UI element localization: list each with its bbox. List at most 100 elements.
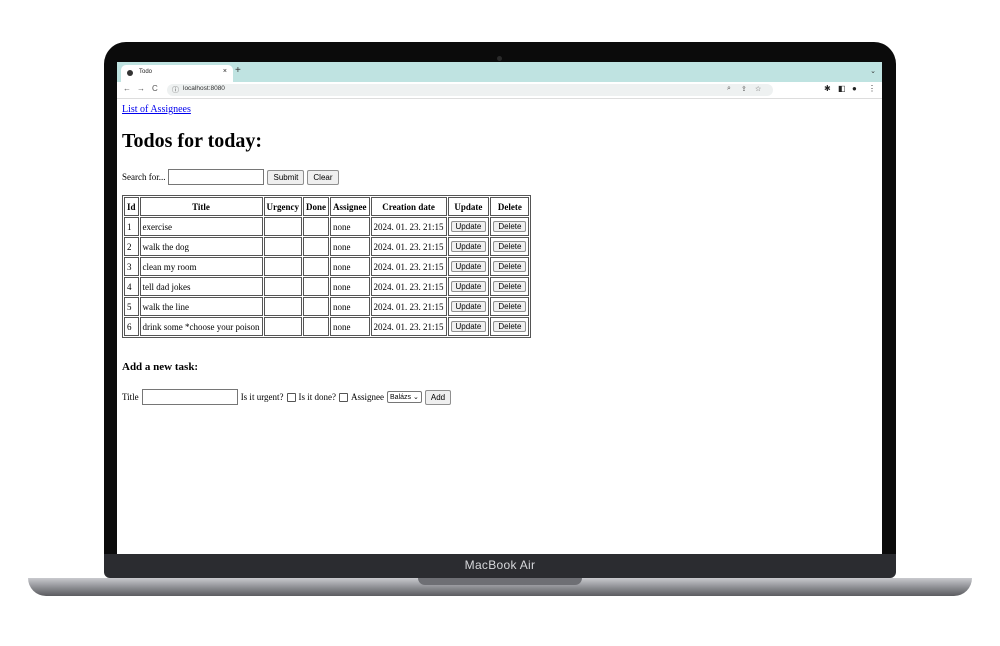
- sidepanel-icon[interactable]: ◧: [838, 84, 846, 93]
- laptop-notch: [418, 578, 582, 585]
- webcam: [497, 56, 502, 61]
- update-button[interactable]: Update: [450, 261, 487, 272]
- clear-button[interactable]: Clear: [307, 169, 339, 185]
- cell-done: [303, 237, 330, 256]
- cell-done: [303, 277, 330, 296]
- cell-id: 3: [124, 257, 139, 276]
- update-button[interactable]: Update: [450, 221, 487, 232]
- table-row: 4 tell dad jokes none 2024. 01. 23. 21:1…: [124, 277, 530, 296]
- back-icon[interactable]: ←: [123, 84, 131, 93]
- add-task-heading: Add a new task:: [122, 361, 199, 373]
- header-title: Title: [139, 197, 263, 216]
- table-row: 5 walk the line none 2024. 01. 23. 21:15…: [124, 297, 530, 316]
- cell-date: 2024. 01. 23. 21:15: [370, 277, 447, 296]
- delete-button[interactable]: Delete: [493, 221, 527, 232]
- urgent-label: Is it urgent?: [240, 392, 284, 402]
- cell-id: 5: [124, 297, 139, 316]
- cell-title: walk the dog: [139, 237, 263, 256]
- update-button[interactable]: Update: [450, 281, 487, 292]
- profile-icon[interactable]: ●: [852, 84, 857, 93]
- add-button[interactable]: Add: [424, 389, 452, 405]
- reload-icon[interactable]: C: [152, 84, 158, 93]
- submit-button[interactable]: Submit: [267, 169, 305, 185]
- cell-delete: Delete: [490, 237, 530, 256]
- share-icon[interactable]: ⇪: [741, 85, 747, 93]
- url-text: localhost:8080: [183, 85, 225, 92]
- cell-assignee: none: [330, 297, 370, 316]
- header-urgency: Urgency: [263, 197, 303, 216]
- cell-update: Update: [447, 277, 490, 296]
- chevron-down-icon: ⌄: [412, 394, 419, 401]
- cell-date: 2024. 01. 23. 21:15: [370, 237, 447, 256]
- update-button[interactable]: Update: [450, 321, 487, 332]
- update-button[interactable]: Update: [450, 241, 487, 252]
- delete-button[interactable]: Delete: [493, 241, 527, 252]
- cell-id: 1: [124, 217, 139, 236]
- cell-date: 2024. 01. 23. 21:15: [370, 257, 447, 276]
- todo-table: Id Title Urgency Done Assignee Creation …: [122, 195, 532, 338]
- header-assignee: Assignee: [330, 197, 370, 216]
- delete-button[interactable]: Delete: [493, 301, 527, 312]
- delete-button[interactable]: Delete: [493, 281, 527, 292]
- cell-update: Update: [447, 297, 490, 316]
- forward-icon[interactable]: →: [137, 84, 145, 93]
- header-update: Update: [447, 197, 490, 216]
- urgent-checkbox[interactable]: [286, 392, 296, 402]
- cell-update: Update: [447, 217, 490, 236]
- delete-button[interactable]: Delete: [493, 321, 527, 332]
- cell-done: [303, 297, 330, 316]
- cell-date: 2024. 01. 23. 21:15: [370, 297, 447, 316]
- assignees-link[interactable]: List of Assignees: [122, 104, 191, 115]
- cell-update: Update: [447, 237, 490, 256]
- bookmark-star-icon[interactable]: ☆: [755, 85, 761, 93]
- assignee-select[interactable]: Balázs ⌄: [387, 391, 422, 403]
- cell-urgency: [263, 237, 303, 256]
- delete-button[interactable]: Delete: [493, 261, 527, 272]
- table-header-row: Id Title Urgency Done Assignee Creation …: [124, 197, 530, 216]
- cell-delete: Delete: [490, 257, 530, 276]
- tab-strip: Todo × + ⌄: [117, 62, 882, 82]
- done-checkbox[interactable]: [339, 392, 349, 402]
- add-task-form: Title Is it urgent? Is it done? Assignee…: [122, 389, 452, 405]
- close-tab-icon[interactable]: ×: [223, 68, 227, 75]
- cell-urgency: [263, 277, 303, 296]
- search-input[interactable]: [168, 169, 265, 185]
- table-row: 2 walk the dog none 2024. 01. 23. 21:15 …: [124, 237, 530, 256]
- cell-delete: Delete: [490, 297, 530, 316]
- cell-date: 2024. 01. 23. 21:15: [370, 317, 447, 336]
- cell-title: drink some *choose your poison: [139, 317, 263, 336]
- cell-assignee: none: [330, 237, 370, 256]
- menu-icon[interactable]: ⋮: [868, 84, 876, 93]
- screen: Todo × + ⌄ ← → C ⓘ localhost:8080 ⌕ ⇪ ☆ …: [117, 62, 882, 554]
- cell-update: Update: [447, 317, 490, 336]
- extensions-icon[interactable]: ✱: [824, 84, 831, 93]
- cell-delete: Delete: [490, 317, 530, 336]
- header-delete: Delete: [490, 197, 530, 216]
- tab-title: Todo: [139, 69, 153, 75]
- cell-urgency: [263, 297, 303, 316]
- zoom-icon[interactable]: ⌕: [727, 85, 731, 93]
- cell-date: 2024. 01. 23. 21:15: [370, 217, 447, 236]
- info-icon[interactable]: ⓘ: [172, 85, 179, 95]
- cell-assignee: none: [330, 317, 370, 336]
- cell-title: clean my room: [139, 257, 263, 276]
- tab-search-icon[interactable]: ⌄: [870, 67, 876, 75]
- page-title: Todos for today:: [122, 130, 263, 152]
- cell-delete: Delete: [490, 217, 530, 236]
- update-button[interactable]: Update: [450, 301, 487, 312]
- cell-title: exercise: [139, 217, 263, 236]
- table-row: 1 exercise none 2024. 01. 23. 21:15 Upda…: [124, 217, 530, 236]
- table-row: 6 drink some *choose your poison none 20…: [124, 317, 530, 336]
- globe-icon: [127, 70, 133, 76]
- cell-update: Update: [447, 257, 490, 276]
- cell-done: [303, 257, 330, 276]
- new-tab-button[interactable]: +: [235, 65, 241, 76]
- table-row: 3 clean my room none 2024. 01. 23. 21:15…: [124, 257, 530, 276]
- done-label: Is it done?: [298, 392, 337, 402]
- cell-urgency: [263, 317, 303, 336]
- title-input[interactable]: [141, 389, 238, 405]
- search-form: Search for... Submit Clear: [122, 169, 339, 185]
- address-bar[interactable]: ⓘ localhost:8080 ⌕ ⇪ ☆: [167, 84, 773, 96]
- browser-tab[interactable]: Todo ×: [121, 65, 233, 82]
- cell-title: tell dad jokes: [139, 277, 263, 296]
